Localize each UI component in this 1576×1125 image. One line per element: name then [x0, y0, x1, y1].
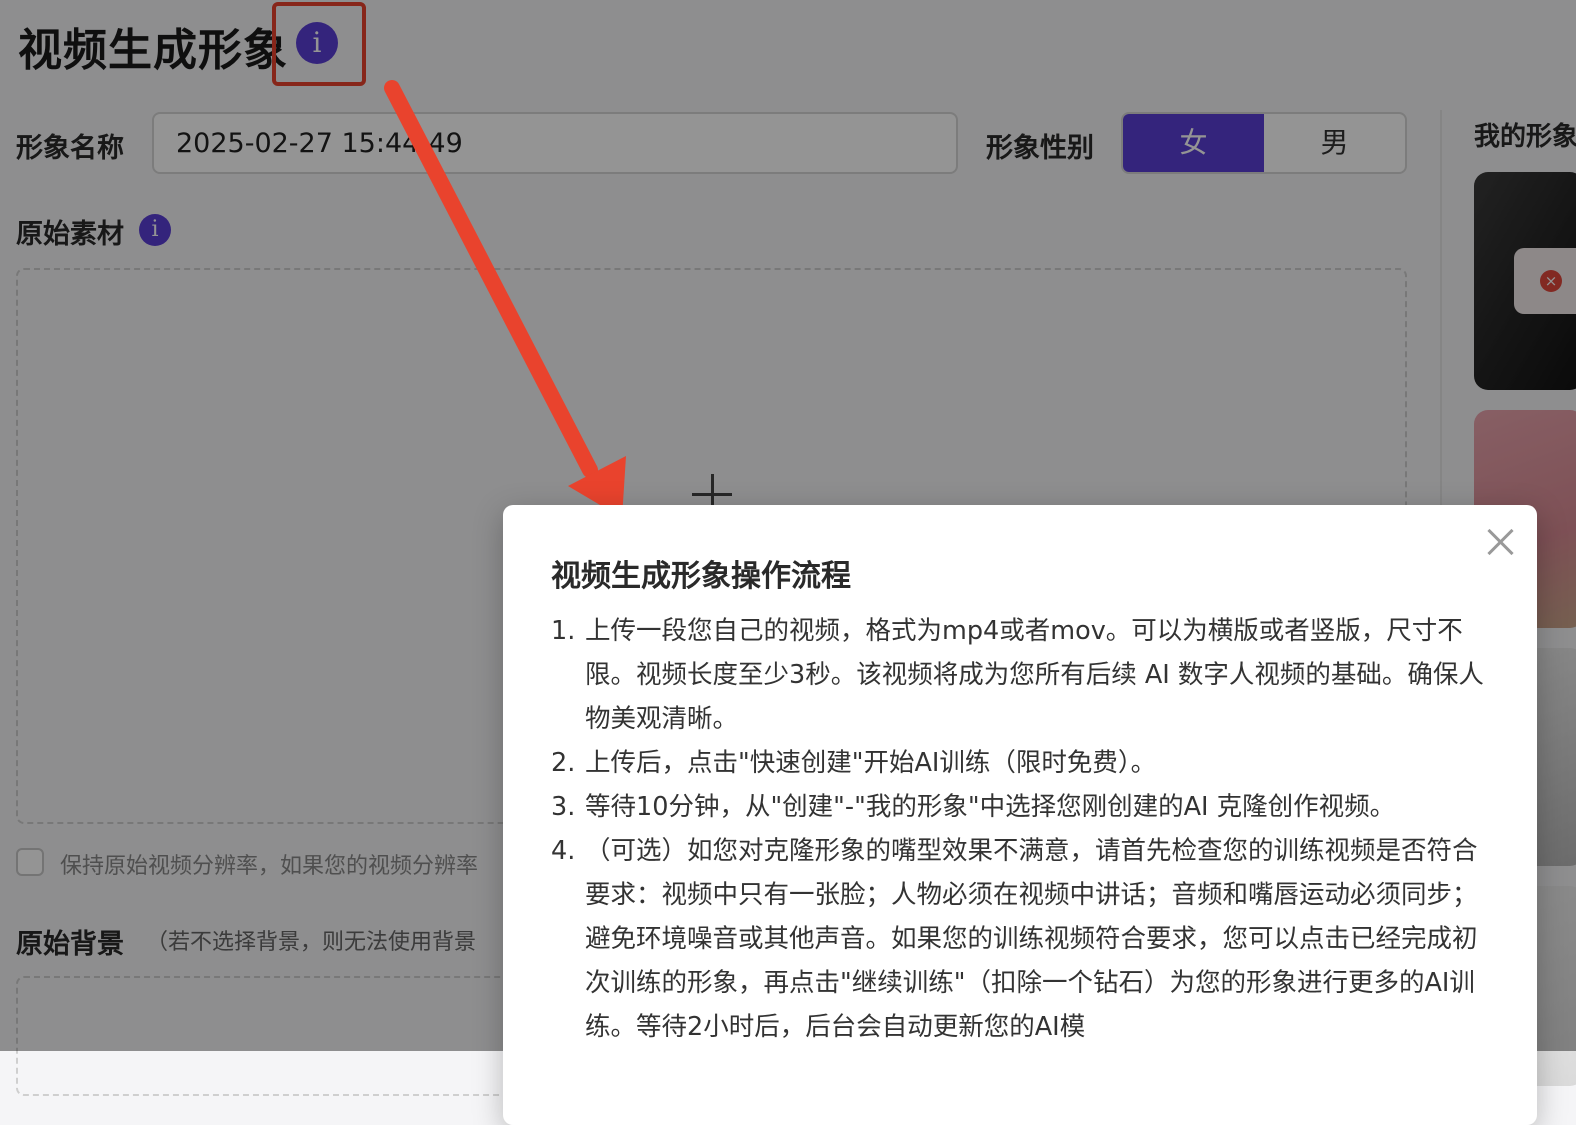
step-number: 4. — [551, 836, 576, 866]
close-icon[interactable] — [1483, 525, 1517, 559]
step-text: 等待10分钟，从"创建"-"我的形象"中选择您刚创建的AI 克隆创作视频。 — [585, 792, 1396, 822]
step-text: （可选）如您对克隆形象的嘴型效果不满意，请首先检查您的训练视频是否符合要求：视频… — [585, 836, 1478, 1042]
step-text: 上传后，点击"快速创建"开始AI训练（限时免费）。 — [585, 748, 1157, 778]
step-text: 上传一段您自己的视频，格式为mp4或者mov。可以为横版或者竖版，尺寸不限。视频… — [585, 616, 1484, 734]
step-number: 1. — [551, 616, 576, 646]
step-number: 2. — [551, 748, 576, 778]
modal-title: 视频生成形象操作流程 — [551, 559, 851, 594]
workflow-step: 3. 等待10分钟，从"创建"-"我的形象"中选择您刚创建的AI 克隆创作视频。 — [551, 785, 1486, 829]
workflow-step: 1. 上传一段您自己的视频，格式为mp4或者mov。可以为横版或者竖版，尺寸不限。… — [551, 609, 1486, 741]
workflow-step: 2. 上传后，点击"快速创建"开始AI训练（限时免费）。 — [551, 741, 1486, 785]
workflow-steps: 1. 上传一段您自己的视频，格式为mp4或者mov。可以为横版或者竖版，尺寸不限。… — [551, 609, 1486, 1049]
step-number: 3. — [551, 792, 576, 822]
workflow-step: 4. （可选）如您对克隆形象的嘴型效果不满意，请首先检查您的训练视频是否符合要求：… — [551, 829, 1486, 1049]
workflow-modal: 视频生成形象操作流程 1. 上传一段您自己的视频，格式为mp4或者mov。可以为横… — [503, 505, 1537, 1125]
